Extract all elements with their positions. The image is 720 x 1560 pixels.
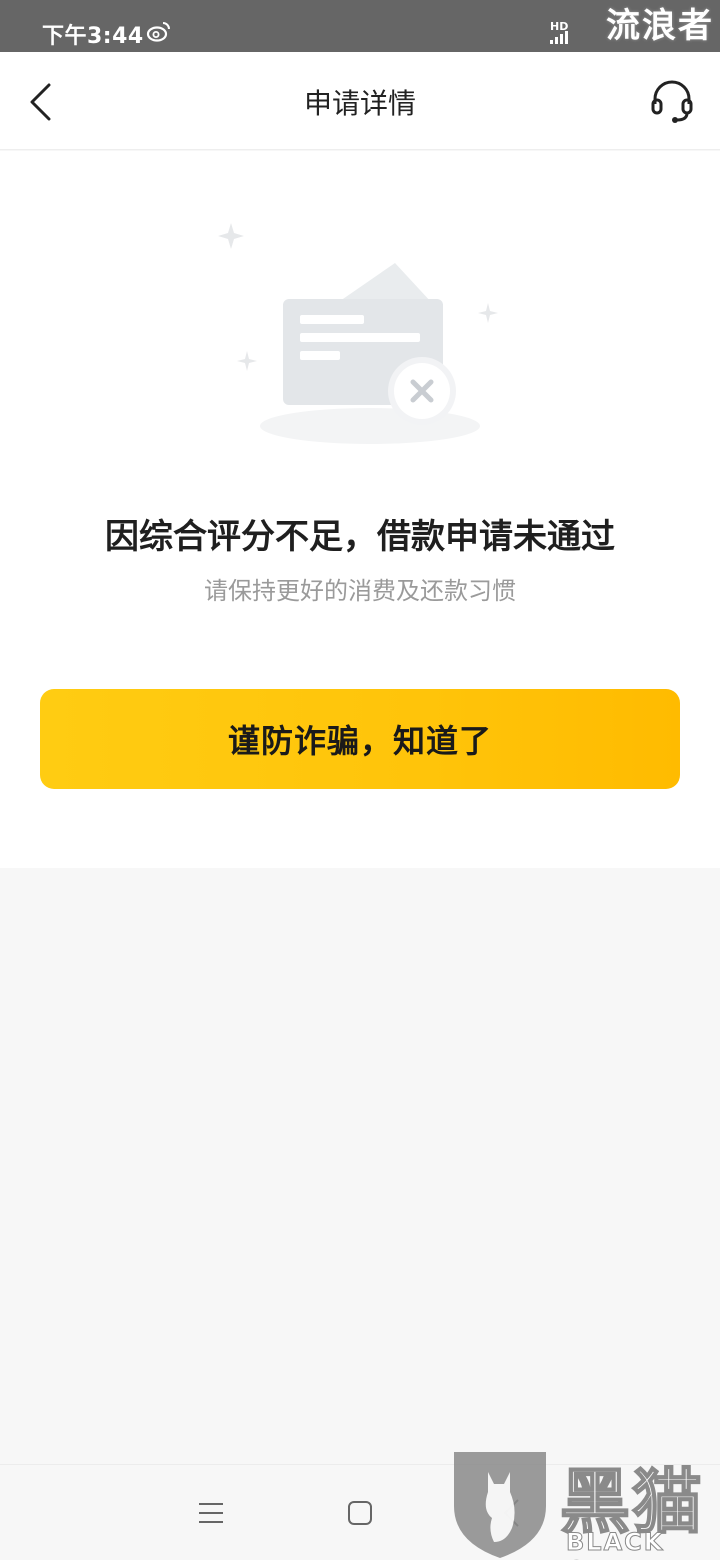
result-title: 因综合评分不足，借款申请未通过 bbox=[105, 517, 615, 557]
menu-icon[interactable] bbox=[196, 1499, 226, 1527]
result-panel: 因综合评分不足，借款申请未通过 请保持更好的消费及还款习惯 谨防诈骗，知道了 bbox=[0, 151, 720, 868]
app-header: 申请详情 bbox=[0, 52, 720, 150]
page-title: 申请详情 bbox=[303, 87, 416, 120]
home-square-icon[interactable] bbox=[347, 1499, 373, 1527]
black-cat-logo bbox=[454, 1452, 546, 1558]
signal-icon bbox=[550, 31, 568, 44]
headset-icon[interactable] bbox=[650, 78, 694, 124]
status-bar: 下午3:44 HD 流浪者 bbox=[0, 0, 720, 52]
acknowledge-button[interactable]: 谨防诈骗，知道了 bbox=[40, 689, 680, 789]
acknowledge-button-label: 谨防诈骗，知道了 bbox=[227, 722, 492, 760]
watermark-en: BLACK CAT bbox=[566, 1528, 665, 1560]
watermark-top: 流浪者 bbox=[606, 6, 714, 46]
weibo-icon bbox=[146, 22, 170, 42]
result-subtitle: 请保持更好的消费及还款习惯 bbox=[204, 577, 516, 605]
application-rejected-card-icon bbox=[218, 223, 498, 444]
status-time: 下午3:44 bbox=[42, 24, 144, 49]
